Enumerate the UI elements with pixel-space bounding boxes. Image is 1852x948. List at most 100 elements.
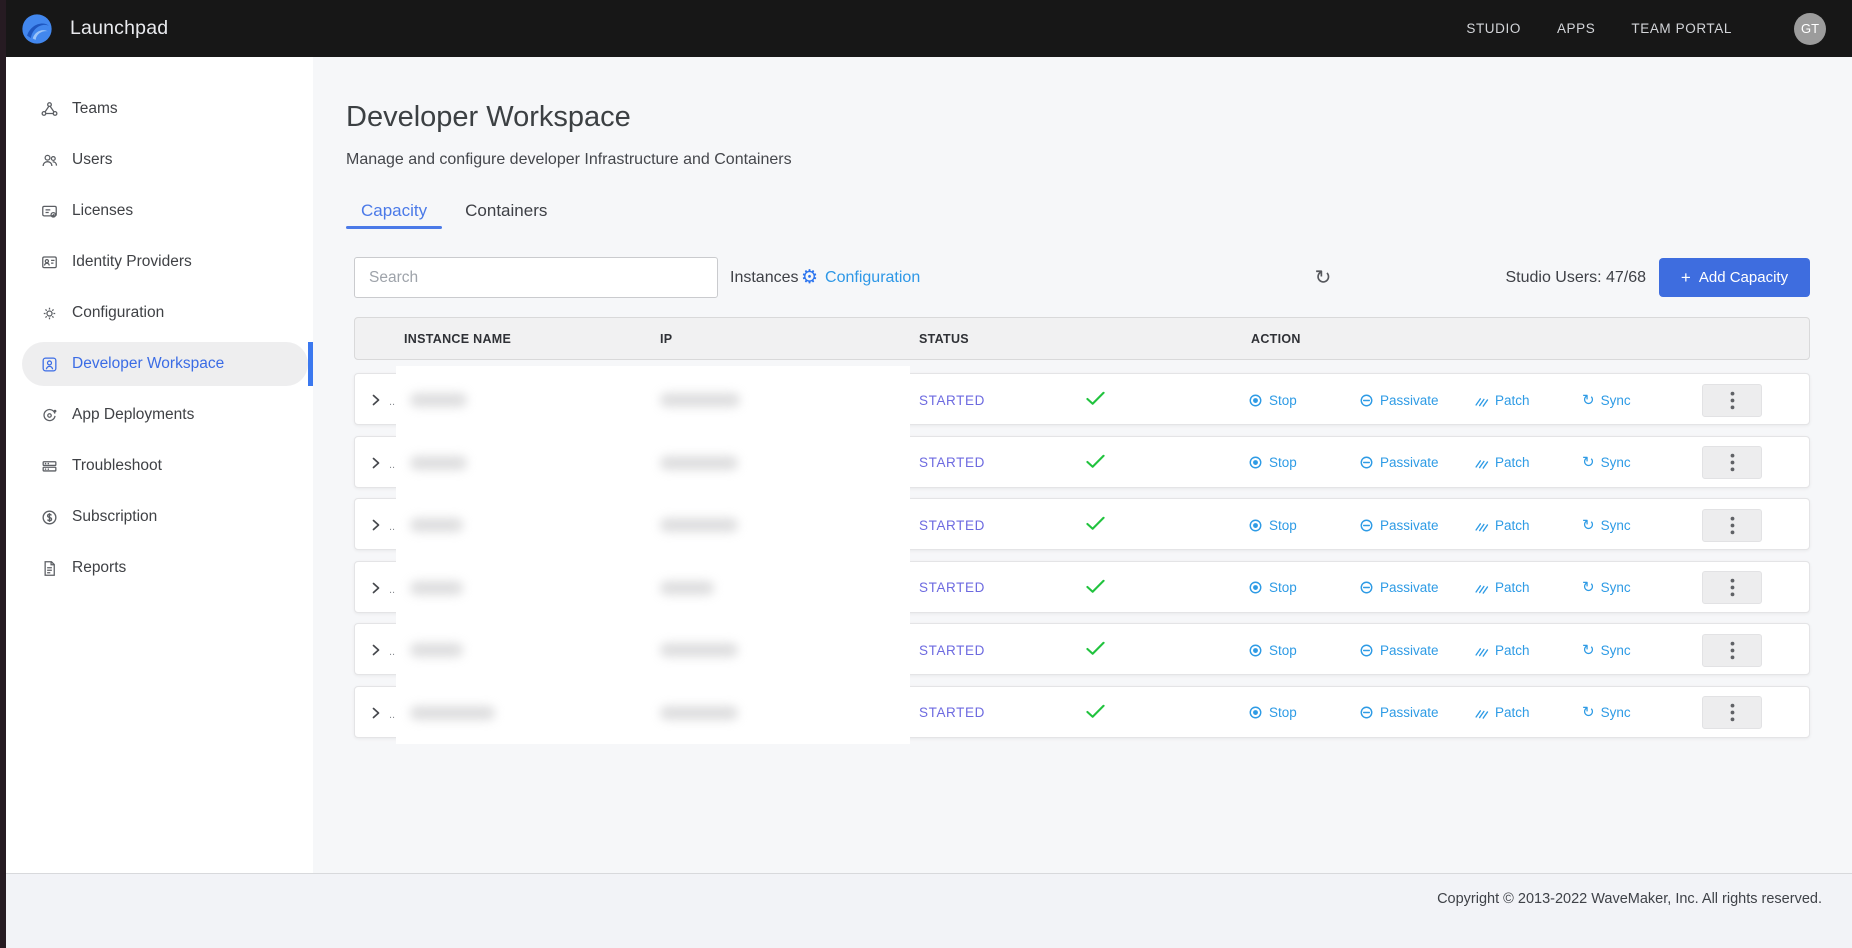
sidebar-item-label: Identity Providers — [72, 253, 192, 271]
row-menu-button[interactable] — [1702, 571, 1762, 604]
sidebar: Teams Users Licenses — [0, 57, 313, 873]
nav-apps[interactable]: APPS — [1557, 21, 1595, 36]
app-deployments-icon — [40, 406, 59, 425]
passivate-icon — [1359, 705, 1374, 720]
patch-label: Patch — [1495, 643, 1530, 658]
brand[interactable]: Launchpad — [20, 12, 168, 46]
sidebar-item-developer-workspace[interactable]: Developer Workspace — [22, 342, 308, 386]
sync-action[interactable]: ↻ Sync — [1582, 499, 1631, 551]
sidebar-item-label: Teams — [72, 100, 118, 118]
sidebar-item-configuration[interactable]: Configuration — [22, 291, 308, 335]
search-input[interactable] — [354, 257, 718, 298]
sidebar-item-app-deployments[interactable]: App Deployments — [22, 393, 308, 437]
instance-ip-redacted — [660, 706, 738, 720]
refresh-icon[interactable]: ↻ — [1306, 257, 1340, 298]
expand-chevron-icon[interactable] — [368, 517, 384, 533]
stop-action[interactable]: Stop — [1248, 437, 1297, 489]
status-check-icon — [1086, 454, 1105, 474]
developer-workspace-icon — [40, 355, 59, 374]
sync-label: Sync — [1601, 705, 1631, 720]
configuration-link[interactable]: ⚙ Configuration — [801, 257, 920, 298]
expand-chevron-icon[interactable] — [368, 642, 384, 658]
instance-ip-redacted — [660, 581, 714, 595]
passivate-icon — [1359, 580, 1374, 595]
stop-action[interactable]: Stop — [1248, 374, 1297, 426]
sync-action[interactable]: ↻ Sync — [1582, 624, 1631, 676]
licenses-icon — [40, 202, 59, 221]
stop-action[interactable]: Stop — [1248, 499, 1297, 551]
row-menu-button[interactable] — [1702, 509, 1762, 542]
sidebar-item-users[interactable]: Users — [22, 138, 308, 182]
row-menu-button[interactable] — [1702, 634, 1762, 667]
sidebar-item-troubleshoot[interactable]: Troubleshoot — [22, 444, 308, 488]
sidebar-item-teams[interactable]: Teams — [22, 87, 308, 131]
patch-icon — [1474, 518, 1489, 533]
passivate-label: Passivate — [1380, 580, 1439, 595]
sync-action[interactable]: ↻ Sync — [1582, 562, 1631, 614]
teams-icon — [40, 100, 59, 119]
stop-action[interactable]: Stop — [1248, 562, 1297, 614]
patch-action[interactable]: Patch — [1474, 624, 1530, 676]
patch-icon — [1474, 580, 1489, 595]
nav-team-portal[interactable]: TEAM PORTAL — [1631, 21, 1732, 36]
kebab-icon — [1730, 578, 1735, 597]
row-menu-button[interactable] — [1702, 446, 1762, 479]
subscription-icon — [40, 508, 59, 527]
patch-action[interactable]: Patch — [1474, 499, 1530, 551]
status-check-icon — [1086, 391, 1105, 411]
studio-users-count: Studio Users: 47/68 — [1505, 257, 1646, 298]
nav-studio[interactable]: STUDIO — [1466, 21, 1521, 36]
sync-icon: ↻ — [1582, 580, 1595, 595]
topbar: Launchpad STUDIO APPS TEAM PORTAL GT — [0, 0, 1852, 57]
sidebar-item-label: Developer Workspace — [72, 355, 224, 373]
stop-action[interactable]: Stop — [1248, 687, 1297, 739]
sidebar-item-reports[interactable]: Reports — [22, 546, 308, 590]
row-menu-button[interactable] — [1702, 384, 1762, 417]
sync-action[interactable]: ↻ Sync — [1582, 374, 1631, 426]
tab-capacity[interactable]: Capacity — [346, 193, 442, 229]
expand-chevron-icon[interactable] — [368, 580, 384, 596]
passivate-action[interactable]: Passivate — [1359, 499, 1439, 551]
passivate-action[interactable]: Passivate — [1359, 374, 1439, 426]
passivate-action[interactable]: Passivate — [1359, 624, 1439, 676]
stop-action[interactable]: Stop — [1248, 624, 1297, 676]
redacted-prefix: .. — [389, 459, 395, 471]
sidebar-item-subscription[interactable]: Subscription — [22, 495, 308, 539]
stop-icon — [1248, 643, 1263, 658]
passivate-action[interactable]: Passivate — [1359, 687, 1439, 739]
tab-containers[interactable]: Containers — [450, 193, 562, 229]
configuration-link-label: Configuration — [825, 269, 920, 287]
users-icon — [40, 151, 59, 170]
instance-name-redacted — [410, 393, 467, 407]
wavemaker-logo-icon — [20, 12, 54, 46]
add-capacity-button[interactable]: + Add Capacity — [1659, 258, 1810, 297]
expand-chevron-icon[interactable] — [368, 392, 384, 408]
patch-action[interactable]: Patch — [1474, 562, 1530, 614]
passivate-action[interactable]: Passivate — [1359, 437, 1439, 489]
expand-chevron-icon[interactable] — [368, 705, 384, 721]
status-text: STARTED — [919, 499, 985, 551]
sidebar-item-label: Users — [72, 151, 112, 169]
passivate-action[interactable]: Passivate — [1359, 562, 1439, 614]
sidebar-item-identity-providers[interactable]: Identity Providers — [22, 240, 308, 284]
sidebar-item-label: App Deployments — [72, 406, 194, 424]
user-avatar[interactable]: GT — [1794, 13, 1826, 45]
sync-action[interactable]: ↻ Sync — [1582, 437, 1631, 489]
sync-label: Sync — [1601, 455, 1631, 470]
identity-providers-icon — [40, 253, 59, 272]
patch-action[interactable]: Patch — [1474, 687, 1530, 739]
expand-chevron-icon[interactable] — [368, 455, 384, 471]
brand-name: Launchpad — [70, 17, 168, 40]
sync-action[interactable]: ↻ Sync — [1582, 687, 1631, 739]
patch-action[interactable]: Patch — [1474, 374, 1530, 426]
stop-label: Stop — [1269, 393, 1297, 408]
row-menu-button[interactable] — [1702, 696, 1762, 729]
stop-icon — [1248, 393, 1263, 408]
column-status: STATUS — [919, 318, 969, 359]
sidebar-item-licenses[interactable]: Licenses — [22, 189, 308, 233]
status-text: STARTED — [919, 374, 985, 426]
instance-name-redacted — [410, 706, 495, 720]
patch-action[interactable]: Patch — [1474, 437, 1530, 489]
plus-icon: + — [1681, 268, 1691, 288]
table-header: INSTANCE NAME IP STATUS ACTION — [354, 317, 1810, 360]
